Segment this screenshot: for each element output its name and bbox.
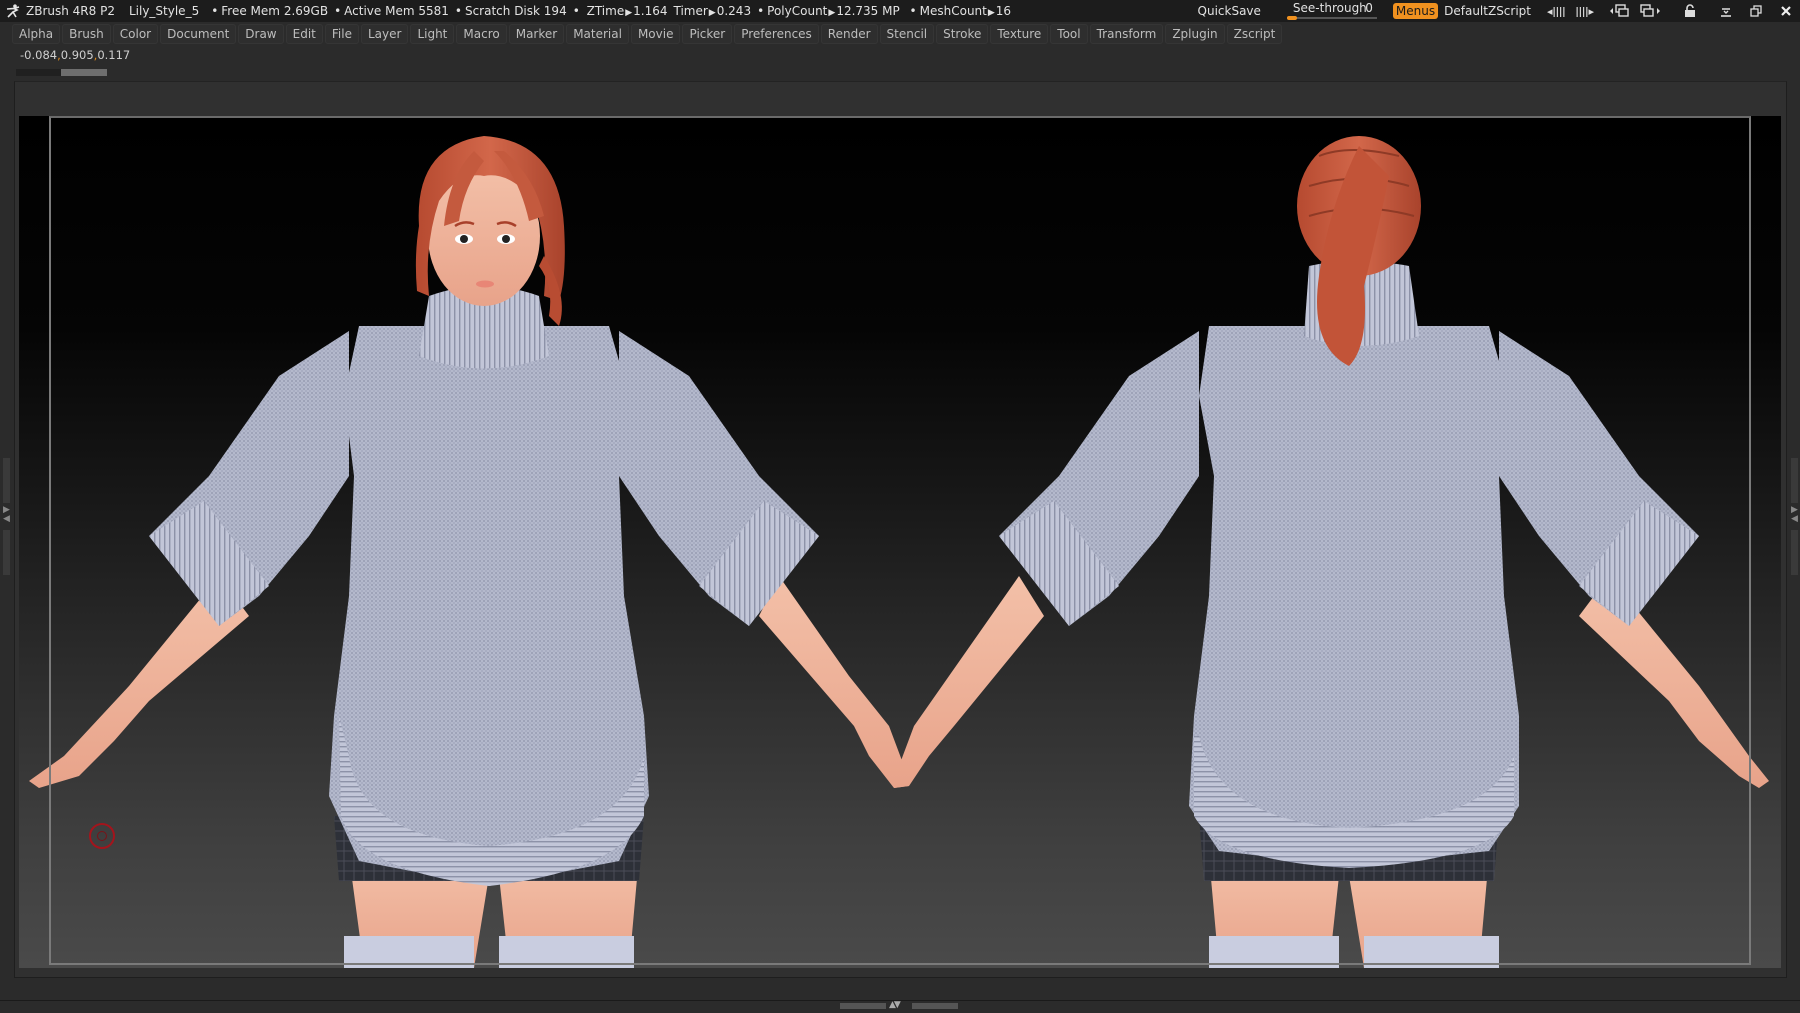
menu-marker[interactable]: Marker: [508, 24, 565, 44]
tray-expand-icon[interactable]: ǀǀǀǀ▸: [1576, 0, 1595, 22]
right-tray-handle[interactable]: ▶ ◀: [1791, 458, 1798, 578]
menu-stroke[interactable]: Stroke: [936, 24, 989, 44]
minimize-icon[interactable]: [1720, 0, 1732, 22]
close-icon[interactable]: [1780, 0, 1792, 22]
menu-transform[interactable]: Transform: [1089, 24, 1164, 44]
menu-zscript[interactable]: Zscript: [1226, 24, 1283, 44]
menu-zplugin[interactable]: Zplugin: [1165, 24, 1225, 44]
menu-color[interactable]: Color: [112, 24, 159, 44]
model-figures: [29, 136, 1769, 968]
menus-toggle-button[interactable]: Menus: [1392, 3, 1439, 19]
restore-icon[interactable]: [1750, 0, 1762, 22]
cursor-coordinates: -0.084,0.905,0.117: [20, 48, 131, 62]
see-through-knob[interactable]: [1286, 16, 1297, 20]
coord-z: 0.117: [97, 48, 131, 62]
window-next-icon[interactable]: [1640, 0, 1660, 22]
back-left-arm: [894, 576, 1044, 788]
menu-picker[interactable]: Picker: [682, 24, 733, 44]
title-bar: ZBrush 4R8 P2 Lily_Style_5 • Free Mem 2.6…: [0, 0, 1800, 22]
menu-render[interactable]: Render: [820, 24, 878, 44]
back-sweater-body: [1189, 326, 1519, 866]
menu-movie[interactable]: Movie: [630, 24, 681, 44]
see-through-value: 0: [1365, 1, 1373, 15]
tray-shrink-icon[interactable]: ◂ǀǀǀǀ: [1547, 0, 1566, 22]
polycount-stat: • PolyCount▶12.735 MP: [757, 4, 900, 18]
active-mem-stat: • Active Mem 5581: [334, 4, 449, 18]
left-tray-handle[interactable]: ▶ ◀: [3, 458, 10, 578]
timer-stat: Timer▶0.243: [673, 4, 752, 18]
menu-alpha[interactable]: Alpha: [12, 24, 61, 44]
viewport-canvas[interactable]: [19, 116, 1781, 968]
menu-macro[interactable]: Macro: [456, 24, 507, 44]
menu-light[interactable]: Light: [410, 24, 455, 44]
lock-icon[interactable]: [1684, 0, 1696, 22]
quicksave-button[interactable]: QuickSave: [1198, 4, 1261, 18]
zbrush-logo-icon: [4, 3, 22, 19]
see-through-label: See-through: [1292, 1, 1367, 15]
bottom-tray-handle[interactable]: ▲▼: [840, 1000, 960, 1010]
menu-edit[interactable]: Edit: [285, 24, 323, 44]
document-name: Lily_Style_5: [128, 4, 200, 18]
menu-preferences[interactable]: Preferences: [734, 24, 819, 44]
scratch-disk-stat: • Scratch Disk 194: [454, 4, 567, 18]
window-prev-icon[interactable]: [1610, 0, 1630, 22]
front-figure: [29, 136, 909, 968]
menu-material[interactable]: Material: [566, 24, 629, 44]
see-through-slider[interactable]: See-through 0: [1285, 0, 1379, 22]
bottom-divider: [0, 1000, 1800, 1001]
front-right-arm: [759, 576, 909, 788]
menu-tool[interactable]: Tool: [1050, 24, 1088, 44]
menu-stencil[interactable]: Stencil: [879, 24, 935, 44]
see-through-track: [1286, 17, 1377, 19]
slider-thumb[interactable]: [61, 69, 107, 76]
menu-document[interactable]: Document: [160, 24, 237, 44]
back-figure: [894, 136, 1769, 968]
menu-brush[interactable]: Brush: [62, 24, 111, 44]
slider-track: [16, 69, 61, 76]
free-mem-stat: • Free Mem 2.69GB: [211, 4, 329, 18]
ztime-stat: • ZTime▶1.164: [572, 4, 668, 18]
coord-x: -0.084: [20, 48, 58, 62]
menu-texture[interactable]: Texture: [990, 24, 1049, 44]
menu-draw[interactable]: Draw: [238, 24, 284, 44]
meshcount-stat: • MeshCount▶16: [905, 4, 1012, 18]
top-tray-slider[interactable]: [16, 69, 107, 76]
coord-y: 0.905: [60, 48, 94, 62]
menu-file[interactable]: File: [324, 24, 359, 44]
menu-layer[interactable]: Layer: [360, 24, 409, 44]
main-menu-bar: Alpha Brush Color Document Draw Edit File Layer…: [12, 24, 1284, 44]
front-sweater-body: [329, 326, 649, 886]
app-title: ZBrush 4R8 P2: [26, 4, 115, 18]
default-zscript-button[interactable]: DefaultZScript: [1444, 4, 1531, 18]
